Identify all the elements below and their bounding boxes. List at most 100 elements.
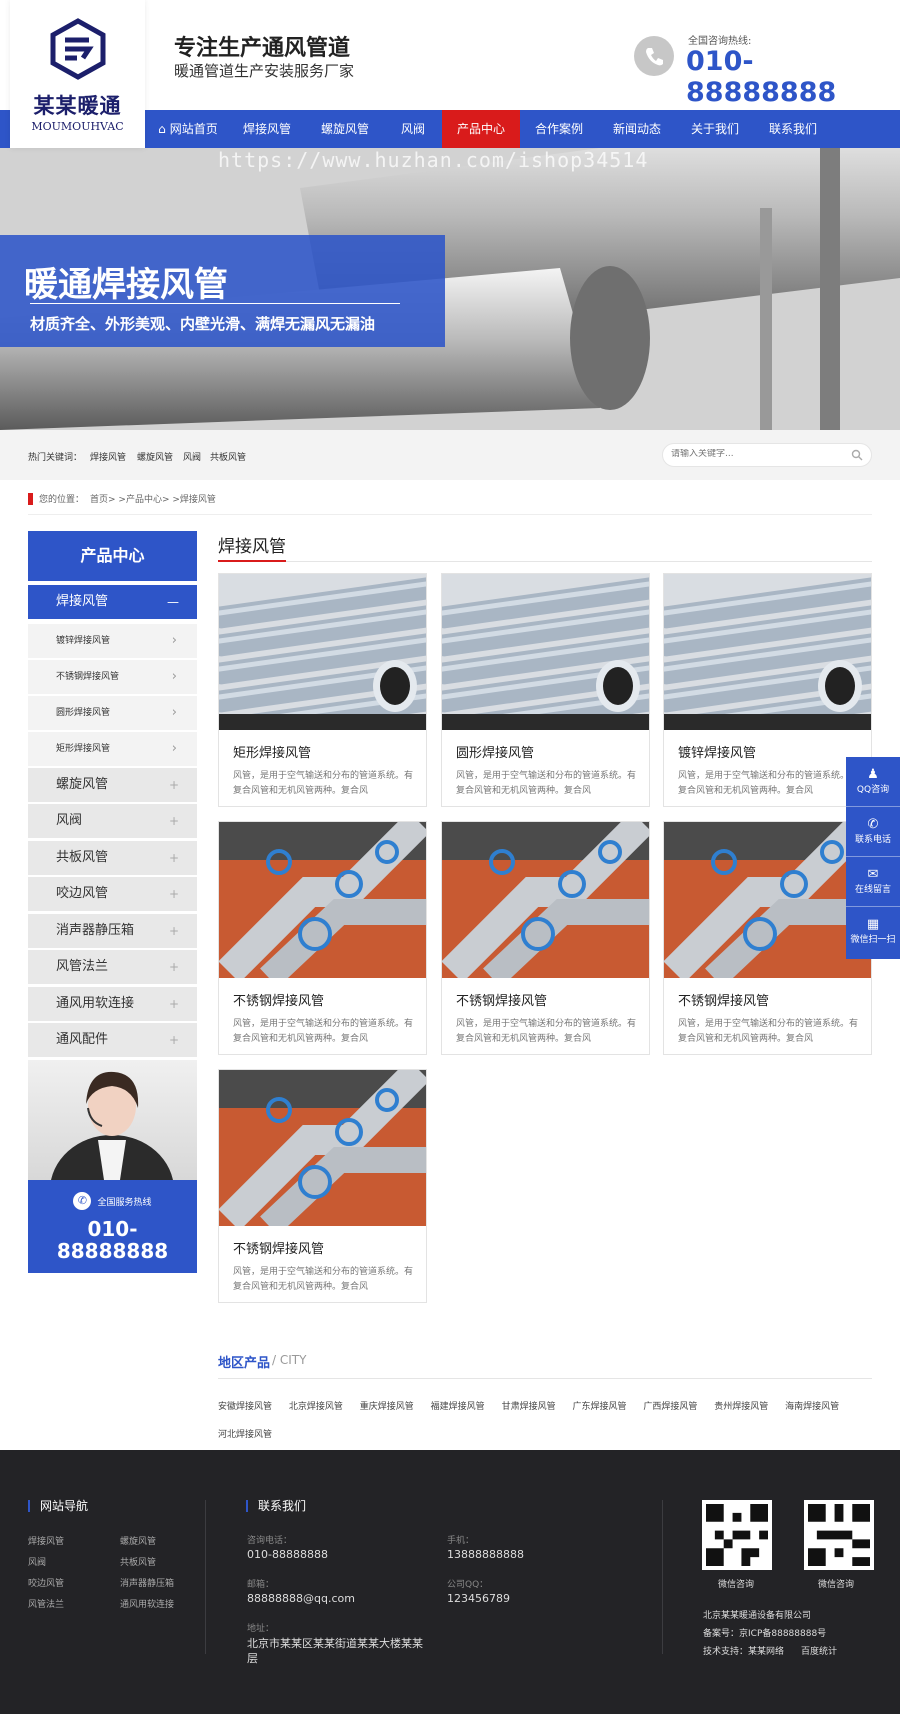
product-card[interactable]: 矩形焊接风管风管，是用于空气输送和分布的管道系统。有复合风管和无机风管两种。复合… xyxy=(218,573,427,807)
product-image-pipes[interactable] xyxy=(664,574,871,730)
chevron-right-icon: › xyxy=(171,705,177,720)
region-link[interactable]: 河北焊接风管 xyxy=(218,1430,272,1440)
nav-news[interactable]: 新闻动态 xyxy=(598,110,676,148)
product-title[interactable]: 镀锌焊接风管 xyxy=(678,742,871,761)
sidebar-item[interactable]: 螺旋风管 + xyxy=(28,767,197,802)
product-title[interactable]: 不锈钢焊接风管 xyxy=(678,990,871,1009)
expand-icon[interactable]: + xyxy=(169,987,179,1021)
sidebar-item[interactable]: 风阀 + xyxy=(28,803,197,838)
search-icon[interactable] xyxy=(851,449,863,461)
product-image-pipes[interactable] xyxy=(219,574,426,730)
collapse-icon[interactable]: — xyxy=(167,585,179,619)
footer-support[interactable]: 技术支持：某某网络 xyxy=(703,1644,784,1657)
product-card[interactable]: 圆形焊接风管 风管，是用于空气输送和分布的管道系统。有复合风管和无机风管两种。复合… xyxy=(441,573,650,807)
phone-icon: ✆ xyxy=(867,817,879,832)
nav-welded-duct[interactable]: 焊接风管 xyxy=(228,110,306,148)
hot-keyword[interactable]: 风阀 xyxy=(183,450,201,463)
hot-keyword[interactable]: 焊接风管 xyxy=(90,450,126,463)
nav-spiral-duct[interactable]: 螺旋风管 xyxy=(306,110,384,148)
product-card[interactable]: 不锈钢焊接风管 风管，是用于空气输送和分布的管道系统。有复合风管和无机风管两种。复… xyxy=(663,821,872,1055)
sidebar-item-welded-duct[interactable]: 焊接风管 — xyxy=(28,584,197,619)
chat-bubble-icon: ✉ xyxy=(867,867,879,882)
logo-name: 某某暖通 xyxy=(33,93,122,118)
footer-nav-link[interactable]: 消声器静压箱 xyxy=(120,1576,174,1589)
footer-nav-link[interactable]: 风管法兰 xyxy=(28,1597,64,1610)
expand-icon[interactable]: + xyxy=(169,768,179,802)
chevron-right-icon: › xyxy=(171,669,177,684)
product-title[interactable]: 不锈钢焊接风管 xyxy=(233,1238,426,1257)
product-card[interactable]: 不锈钢焊接风管风管，是用于空气输送和分布的管道系统。有复合风管和无机风管两种。复… xyxy=(218,821,427,1055)
product-image-valves[interactable] xyxy=(219,1070,426,1226)
footer-nav-link[interactable]: 风阀 xyxy=(28,1555,46,1568)
region-link[interactable]: 广东焊接风管 xyxy=(572,1402,626,1412)
float-message[interactable]: ✉ 在线留言 xyxy=(846,857,900,907)
product-image-valves[interactable] xyxy=(442,822,649,978)
service-hotline-number-1: 010- xyxy=(87,1217,138,1241)
region-link[interactable]: 海南焊接风管 xyxy=(785,1402,839,1412)
footer-nav-link[interactable]: 咬边风管 xyxy=(28,1576,64,1589)
sidebar-subitem[interactable]: 镀锌焊接风管 › xyxy=(28,623,197,658)
nav-contact[interactable]: 联系我们 xyxy=(754,110,832,148)
logo[interactable]: 某某暖通 MOUMOUHVAC xyxy=(10,0,145,148)
sidebar-item[interactable]: 通风用软连接 + xyxy=(28,986,197,1021)
expand-icon[interactable]: + xyxy=(169,914,179,948)
nav-products[interactable]: 产品中心 xyxy=(442,110,520,148)
customer-service-photo xyxy=(28,1060,197,1180)
nav-cases[interactable]: 合作案例 xyxy=(520,110,598,148)
product-card[interactable]: 镀锌焊接风管 风管，是用于空气输送和分布的管道系统。有复合风管和无机风管两种。复合… xyxy=(663,573,872,807)
region-link[interactable]: 广西焊接风管 xyxy=(643,1402,697,1412)
product-description: 风管，是用于空气输送和分布的管道系统。有复合风管和无机风管两种。复合风 xyxy=(233,771,414,796)
expand-icon[interactable]: + xyxy=(169,950,179,984)
footer-stats[interactable]: 百度统计 xyxy=(801,1644,837,1657)
footer-nav-link[interactable]: 共板风管 xyxy=(120,1555,156,1568)
product-card[interactable]: 不锈钢焊接风管 风管，是用于空气输送和分布的管道系统。有复合风管和无机风管两种。复… xyxy=(218,1069,427,1303)
product-description: 风管，是用于空气输送和分布的管道系统。有复合风管和无机风管两种。复合风 xyxy=(233,1019,414,1044)
product-title[interactable]: 不锈钢焊接风管 xyxy=(233,990,426,1009)
float-wechat[interactable]: ▦ 微信扫一扫 xyxy=(846,907,900,957)
product-title[interactable]: 不锈钢焊接风管 xyxy=(456,990,649,1009)
footer-nav-link[interactable]: 焊接风管 xyxy=(28,1534,64,1547)
region-link[interactable]: 安徽焊接风管 xyxy=(218,1402,272,1412)
section-title-underline xyxy=(218,560,286,562)
sidebar-item[interactable]: 咬边风管 + xyxy=(28,876,197,911)
footer-phone: 010-88888888 xyxy=(247,1548,328,1561)
footer-divider xyxy=(205,1500,206,1654)
float-qq[interactable]: ♟ QQ咨询 xyxy=(846,757,900,807)
footer-nav-link[interactable]: 通风用软连接 xyxy=(120,1597,174,1610)
expand-icon[interactable]: + xyxy=(169,804,179,838)
breadcrumb-path[interactable]: 首页> >产品中心> >焊接风管 xyxy=(90,492,216,505)
sidebar-subitem[interactable]: 圆形焊接风管 › xyxy=(28,695,197,730)
hot-keyword[interactable]: 螺旋风管 xyxy=(137,450,173,463)
sidebar-subitem[interactable]: 不锈钢焊接风管 › xyxy=(28,659,197,694)
region-link[interactable]: 福建焊接风管 xyxy=(431,1402,485,1412)
sidebar-subitem[interactable]: 矩形焊接风管 › xyxy=(28,731,197,766)
sidebar-item[interactable]: 风管法兰 + xyxy=(28,949,197,984)
hot-keyword[interactable]: 共板风管 xyxy=(210,450,246,463)
nav-home[interactable]: ⌂ 网站首页 xyxy=(148,110,228,148)
expand-icon[interactable]: + xyxy=(169,1023,179,1057)
product-image-pipes[interactable] xyxy=(442,574,649,730)
footer-email-label: 邮箱： xyxy=(247,1580,275,1590)
product-title[interactable]: 矩形焊接风管 xyxy=(233,742,426,761)
chevron-right-icon: › xyxy=(171,633,177,648)
footer-icp[interactable]: 备案号：京ICP备88888888号 xyxy=(703,1626,826,1639)
sidebar-item[interactable]: 消声器静压箱 + xyxy=(28,913,197,948)
product-image-valves[interactable] xyxy=(664,822,871,978)
region-link[interactable]: 贵州焊接风管 xyxy=(714,1402,768,1412)
sidebar-item[interactable]: 通风配件 + xyxy=(28,1022,197,1057)
region-link[interactable]: 甘肃焊接风管 xyxy=(502,1402,556,1412)
region-link[interactable]: 北京焊接风管 xyxy=(289,1402,343,1412)
float-phone[interactable]: ✆ 联系电话 xyxy=(846,807,900,857)
region-link[interactable]: 重庆焊接风管 xyxy=(360,1402,414,1412)
nav-about[interactable]: 关于我们 xyxy=(676,110,754,148)
product-title[interactable]: 圆形焊接风管 xyxy=(456,742,649,761)
search-input[interactable] xyxy=(671,449,841,459)
nav-damper[interactable]: 风阀 xyxy=(384,110,442,148)
product-image-valves[interactable] xyxy=(219,822,426,978)
footer-nav-link[interactable]: 螺旋风管 xyxy=(120,1534,156,1547)
floating-contact-bar: ♟ QQ咨询 ✆ 联系电话 ✉ 在线留言 ▦ 微信扫一扫 xyxy=(846,757,900,959)
expand-icon[interactable]: + xyxy=(169,841,179,875)
sidebar-item[interactable]: 共板风管 + xyxy=(28,840,197,875)
product-card[interactable]: 不锈钢焊接风管 风管，是用于空气输送和分布的管道系统。有复合风管和无机风管两种。复… xyxy=(441,821,650,1055)
expand-icon[interactable]: + xyxy=(169,877,179,911)
